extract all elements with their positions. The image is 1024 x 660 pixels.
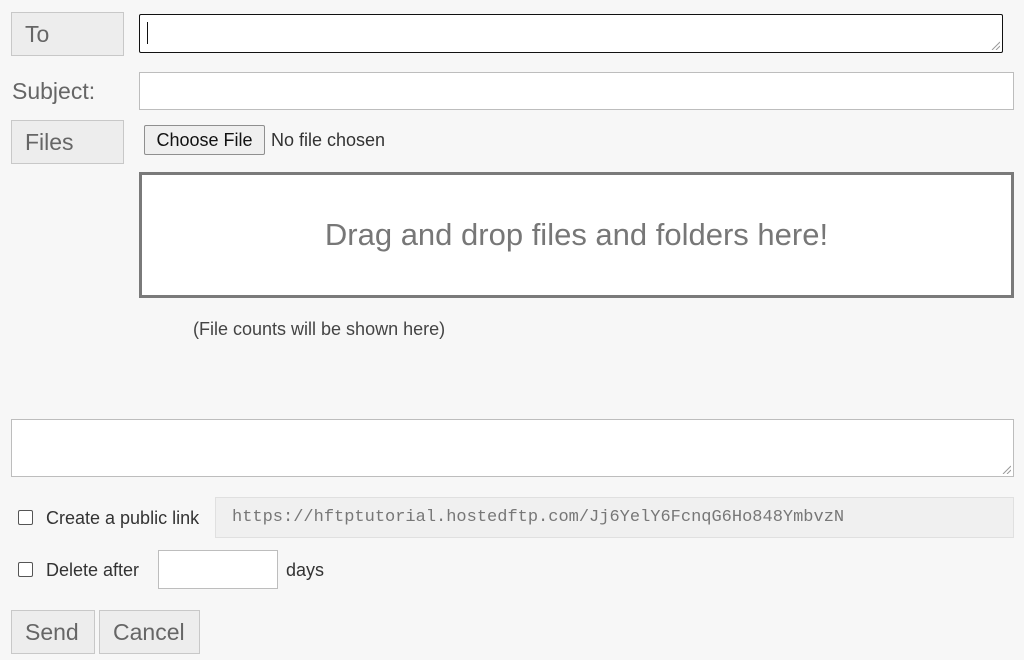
to-button[interactable]: To [11, 12, 124, 56]
drop-zone[interactable]: Drag and drop files and folders here! [139, 172, 1014, 298]
choose-file-button[interactable]: Choose File [144, 125, 265, 155]
text-caret [147, 22, 148, 44]
cancel-button[interactable]: Cancel [99, 610, 200, 654]
delete-after-label: Delete after [46, 560, 140, 580]
public-link-checkbox[interactable] [18, 510, 33, 525]
to-field[interactable] [139, 14, 1003, 53]
days-unit-label: days [286, 560, 325, 580]
message-textarea[interactable] [11, 419, 1014, 477]
resize-grip-icon [991, 41, 1000, 50]
send-button[interactable]: Send [11, 610, 95, 654]
public-link-url[interactable]: https://hftptutorial.hostedftp.com/Jj6Ye… [215, 497, 1014, 538]
delete-after-checkbox[interactable] [18, 562, 33, 577]
delete-after-days-input[interactable] [158, 550, 278, 589]
resize-grip-icon [1002, 465, 1011, 474]
subject-input[interactable] [139, 72, 1014, 110]
file-counts-text: (File counts will be shown here) [193, 319, 446, 339]
drop-zone-text: Drag and drop files and folders here! [324, 217, 829, 252]
subject-label: Subject: [12, 78, 96, 104]
public-link-label: Create a public link [46, 508, 200, 528]
no-file-chosen-text: No file chosen [271, 130, 386, 150]
files-button[interactable]: Files [11, 120, 124, 164]
